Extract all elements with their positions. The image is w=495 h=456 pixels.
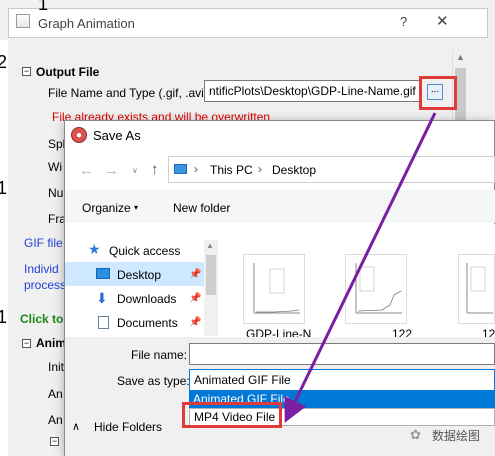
window-gutter [0, 40, 8, 456]
breadcrumb-this-pc[interactable]: This PC [210, 163, 253, 177]
nav-scroll-thumb[interactable] [206, 255, 216, 295]
graph-animation-title: Graph Animation [38, 16, 135, 31]
setting-label: Nu [48, 186, 64, 200]
file-path-input[interactable]: ntificPlots\Desktop\GDP-Line-Name.gif [204, 80, 422, 102]
help-button[interactable]: ? [400, 14, 407, 29]
collapse-animation-toggle[interactable]: − [22, 339, 31, 348]
margin-digit: 1 [0, 178, 8, 198]
app-icon [16, 14, 30, 28]
save-as-type-select[interactable]: Animated GIF File [189, 369, 495, 391]
browse-highlight-box [419, 76, 457, 110]
chart-thumbnail-icon [253, 263, 300, 314]
this-pc-icon [174, 164, 187, 174]
file-thumbnail[interactable] [458, 254, 495, 324]
new-folder-button[interactable]: New folder [173, 201, 230, 215]
breadcrumb-desktop[interactable]: Desktop [272, 163, 316, 177]
pin-icon[interactable]: 📌 [189, 317, 201, 328]
file-name-type-label: File Name and Type (.gif, .avi) [48, 86, 208, 100]
setting-label: An [48, 387, 63, 401]
save-as-title: Save As [93, 128, 141, 143]
mp4-highlight-box [182, 402, 282, 428]
output-file-heading: Output File [36, 65, 100, 79]
collapse-subgroup-toggle[interactable]: − [50, 437, 59, 446]
pin-icon[interactable]: 📌 [189, 293, 201, 304]
star-icon: ★ [88, 241, 101, 257]
logo-glyph: ● [76, 130, 83, 141]
chart-thumbnail-icon [355, 263, 402, 314]
gif-file-link[interactable]: GIF file [24, 236, 63, 250]
watermark-icon: ✿ [410, 427, 421, 442]
setting-label: Wi [48, 160, 62, 174]
nav-item-desktop[interactable]: Desktop [117, 268, 161, 282]
scroll-up-icon[interactable]: ▲ [456, 52, 465, 62]
nav-item-downloads[interactable]: Downloads [117, 292, 176, 306]
margin-digit: 2 [0, 52, 8, 72]
chart-thumbnail-icon [466, 263, 493, 314]
hide-folders-button[interactable]: Hide Folders [94, 420, 162, 434]
breadcrumb-separator[interactable]: › [194, 162, 198, 176]
scroll-up-icon[interactable]: ▲ [206, 241, 214, 250]
chevron-up-icon[interactable]: ∧ [72, 420, 80, 433]
animation-heading: Anim [36, 336, 66, 350]
pin-icon[interactable]: 📌 [189, 269, 201, 280]
breadcrumb-separator[interactable]: › [258, 162, 262, 176]
file-thumbnail[interactable] [243, 254, 305, 324]
file-thumbnail[interactable] [345, 254, 407, 324]
close-button[interactable]: ✕ [436, 12, 449, 30]
individual-link[interactable]: Individ [24, 262, 59, 276]
collapse-output-file-toggle[interactable]: − [22, 67, 31, 76]
setting-label: Init [48, 360, 65, 374]
documents-icon [98, 316, 109, 329]
nav-item-documents[interactable]: Documents [117, 316, 178, 330]
margin-digit: 1 [38, 0, 49, 14]
setting-label: Spl [48, 137, 66, 151]
process-link[interactable]: process [24, 278, 66, 292]
save-as-type-label: Save as type: [117, 374, 190, 388]
up-arrow-icon[interactable]: ↑ [151, 161, 159, 178]
desktop-icon [96, 268, 110, 279]
forward-arrow-icon[interactable]: → [104, 162, 119, 179]
back-arrow-icon[interactable]: ← [79, 162, 94, 179]
recent-locations-icon[interactable]: ∨ [132, 166, 138, 175]
download-arrow-icon: ⬇ [96, 290, 108, 306]
click-to-link[interactable]: Click to [20, 312, 63, 326]
setting-label: An [48, 413, 63, 427]
nav-item-quick-access[interactable]: Quick access [109, 244, 180, 258]
chevron-down-icon[interactable]: ▾ [134, 203, 138, 212]
watermark-text: 数据绘图 [432, 429, 481, 443]
file-name-input[interactable] [189, 343, 495, 365]
organize-button[interactable]: Organize [82, 201, 131, 215]
file-name-label: File name: [131, 348, 188, 362]
margin-digit: 1 [0, 307, 8, 327]
